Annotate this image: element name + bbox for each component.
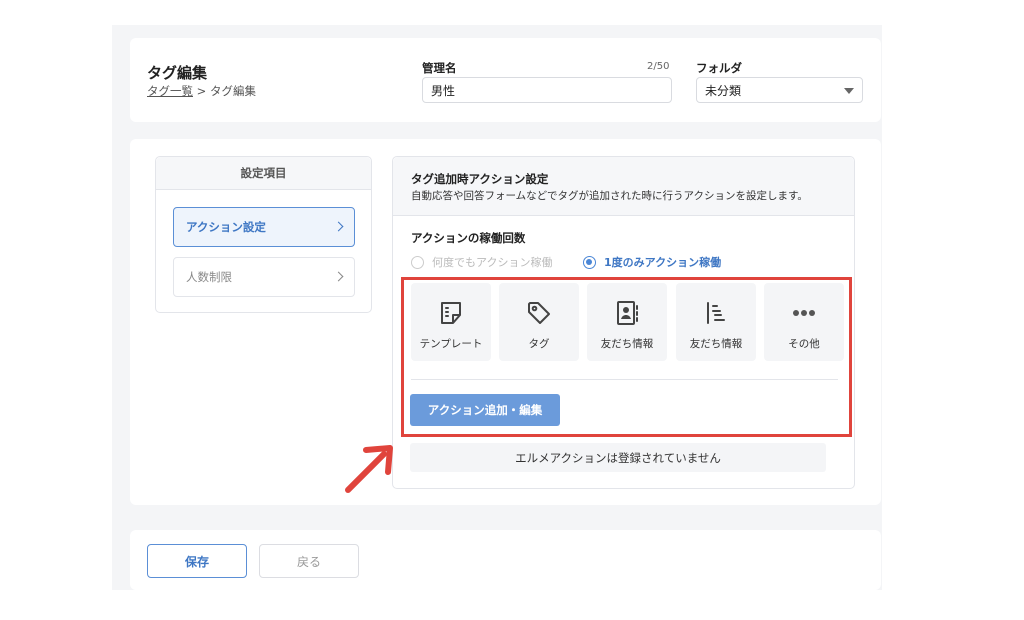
breadcrumb-current: タグ編集 (209, 84, 256, 98)
footer-card: 保存 戻る (130, 530, 881, 590)
folder-field-label: フォルダ (696, 61, 742, 75)
panel-title: タグ追加時アクション設定 (411, 172, 549, 186)
sidebar-heading: 設定項目 (156, 157, 371, 190)
radio-circle (583, 255, 596, 269)
chevron-right-icon (333, 221, 344, 232)
empty-actions-message: エルメアクションは登録されていません (410, 443, 826, 472)
radio-run-always[interactable]: 何度でもアクション稼働 (411, 254, 552, 270)
screen: タグ編集 タグ一覧 > タグ編集 管理名 2/50 男性 フォルダ 未分類 設定… (0, 0, 1024, 620)
folder-select[interactable]: 未分類 (696, 77, 863, 103)
name-input[interactable]: 男性 (422, 77, 672, 103)
save-button[interactable]: 保存 (147, 544, 247, 578)
settings-sidebar: 設定項目 アクション設定 人数制限 (155, 156, 372, 313)
sidebar-item-label: 人数制限 (186, 270, 232, 284)
radio-circle (411, 255, 424, 269)
panel-description: 自動応答や回答フォームなどでタグが追加された時に行うアクションを設定します。 (411, 190, 808, 202)
back-button[interactable]: 戻る (259, 544, 359, 578)
breadcrumb-separator: > (196, 84, 207, 98)
run-count-label: アクションの稼働回数 (411, 231, 526, 245)
page-title: タグ編集 (147, 64, 208, 82)
sidebar-item-label: アクション設定 (186, 220, 266, 234)
sidebar-item-member-limit[interactable]: 人数制限 (173, 257, 355, 297)
arrow-annotation-icon (345, 445, 393, 493)
radio-label: 1度のみアクション稼働 (604, 256, 722, 269)
chevron-right-icon (333, 271, 344, 282)
breadcrumb-tag-list-link[interactable]: タグ一覧 (147, 84, 193, 98)
breadcrumb: タグ一覧 > タグ編集 (147, 83, 256, 99)
radio-run-once[interactable]: 1度のみアクション稼働 (583, 254, 721, 270)
caret-down-icon (844, 88, 854, 94)
panel-header: タグ追加時アクション設定 自動応答や回答フォームなどでタグが追加された時に行うア… (393, 157, 854, 216)
radio-label: 何度でもアクション稼働 (432, 256, 553, 269)
sidebar-item-action-settings[interactable]: アクション設定 (173, 207, 355, 247)
folder-select-value: 未分類 (705, 83, 742, 98)
header-card: タグ編集 タグ一覧 > タグ編集 管理名 2/50 男性 フォルダ 未分類 (130, 38, 881, 122)
name-input-value: 男性 (431, 83, 456, 98)
name-field-label: 管理名 (422, 61, 457, 75)
name-char-counter: 2/50 (647, 61, 670, 72)
highlight-box (401, 277, 852, 437)
